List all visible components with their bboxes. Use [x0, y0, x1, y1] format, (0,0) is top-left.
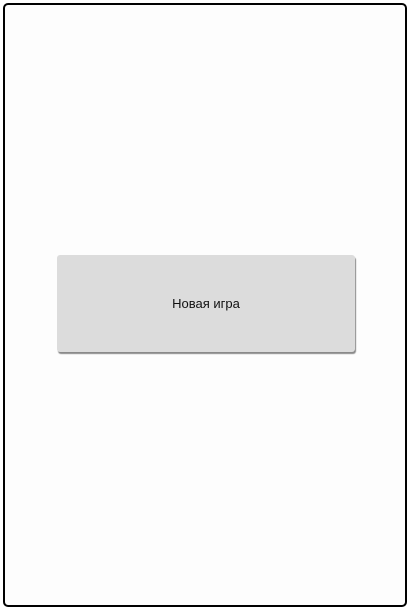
- new-game-label: Новая игра: [172, 296, 240, 311]
- app-window: Новая игра: [3, 3, 407, 607]
- new-game-button[interactable]: Новая игра: [57, 255, 355, 352]
